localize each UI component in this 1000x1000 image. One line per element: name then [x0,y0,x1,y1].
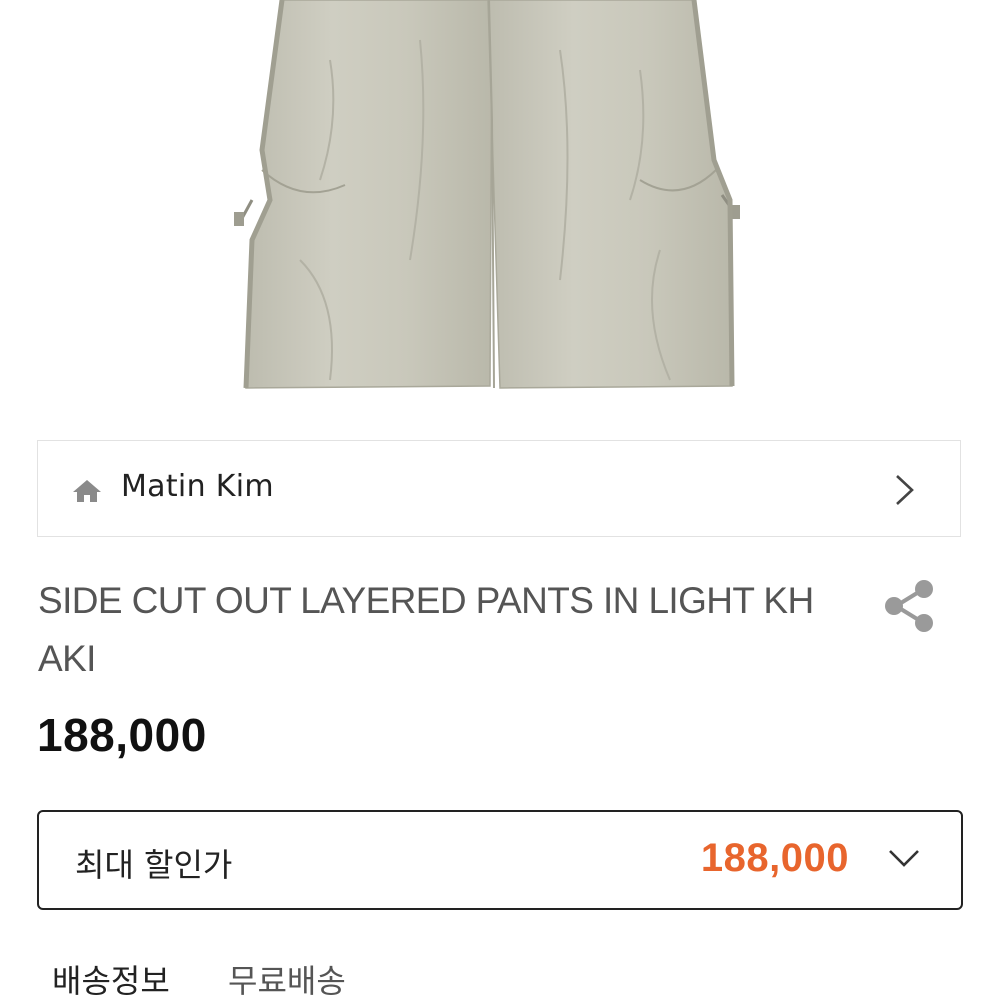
brand-link[interactable]: Matin Kim [37,440,961,537]
product-price: 188,000 [37,709,207,761]
home-icon [73,480,101,502]
max-discount-dropdown[interactable]: 최대 할인가 188,000 [37,810,963,910]
product-detail-page: Matin Kim SIDE CUT OUT LAYERED PANTS IN … [0,0,1000,1000]
shipping-label: 배송정보 [52,962,170,1000]
product-image[interactable] [0,0,1000,392]
chevron-down-icon [889,850,919,867]
brand-name: Matin Kim [121,469,274,504]
discount-price: 188,000 [700,836,849,880]
chevron-right-icon [896,475,914,505]
pants-illustration [234,0,740,389]
product-title: SIDE CUT OUT LAYERED PANTS IN LIGHT KHAK… [38,580,814,679]
shipping-value: 무료배송 [228,962,346,1000]
shipping-info: 배송정보 무료배송 [52,952,952,1000]
share-icon[interactable] [882,578,936,634]
discount-label: 최대 할인가 [75,846,233,884]
